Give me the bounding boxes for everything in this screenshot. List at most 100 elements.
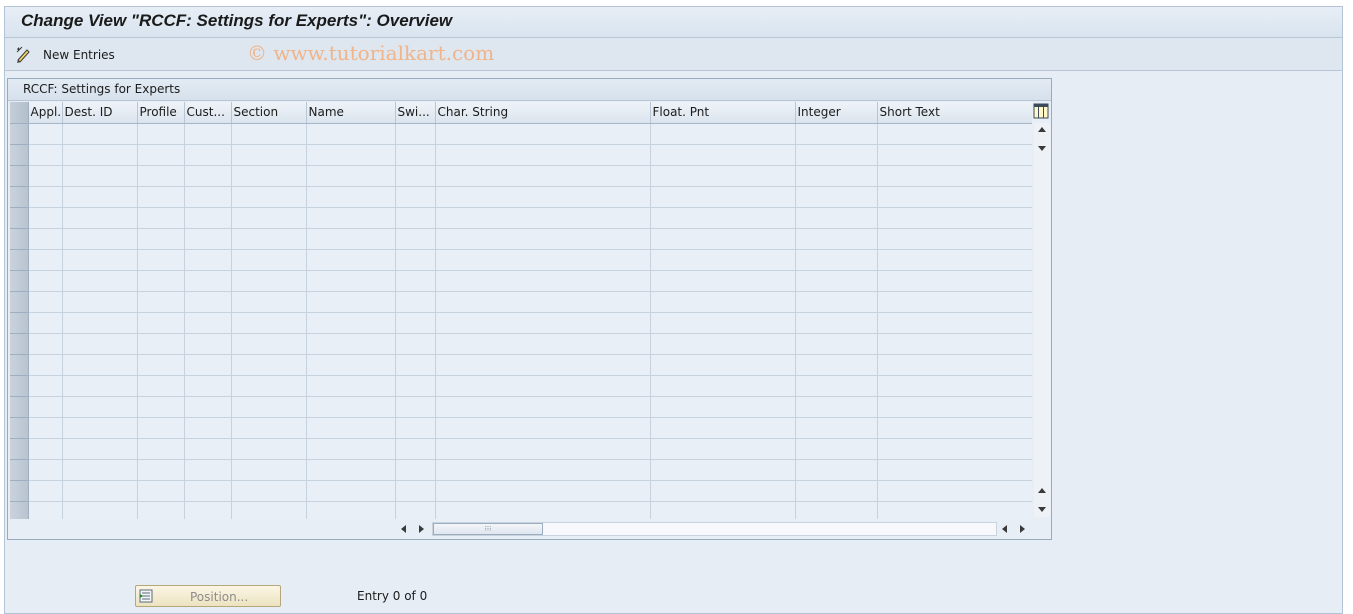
table-cell[interactable] — [877, 501, 1032, 519]
table-cell[interactable] — [28, 459, 63, 481]
table-cell[interactable] — [877, 165, 1032, 187]
table-cell[interactable] — [795, 123, 878, 145]
table-cell[interactable] — [28, 207, 63, 229]
table-cell[interactable] — [306, 480, 396, 502]
table-cell[interactable] — [877, 480, 1032, 502]
table-cell[interactable] — [877, 291, 1032, 313]
column-settings-icon[interactable] — [1033, 103, 1049, 119]
new-entries-button[interactable]: New Entries — [15, 44, 115, 65]
table-cell[interactable] — [62, 459, 138, 481]
table-cell[interactable] — [395, 459, 436, 481]
table-cell[interactable] — [877, 123, 1032, 145]
table-cell[interactable] — [184, 459, 232, 481]
table-cell[interactable] — [395, 228, 436, 250]
column-header-integer[interactable]: Integer — [795, 102, 878, 124]
table-cell[interactable] — [877, 144, 1032, 166]
table-cell[interactable] — [795, 438, 878, 460]
table-cell[interactable] — [62, 354, 138, 376]
table-cell[interactable] — [62, 291, 138, 313]
horizontal-scroll-track[interactable]: ⁝⁝⁝ — [432, 522, 997, 536]
table-cell[interactable] — [28, 186, 63, 208]
table-cell[interactable] — [435, 375, 651, 397]
scroll-right-end-icon[interactable] — [1017, 524, 1027, 534]
table-cell[interactable] — [795, 186, 878, 208]
table-cell[interactable] — [650, 501, 796, 519]
table-cell[interactable] — [395, 312, 436, 334]
table-cell[interactable] — [184, 396, 232, 418]
table-cell[interactable] — [231, 144, 307, 166]
table-cell[interactable] — [877, 207, 1032, 229]
table-cell[interactable] — [306, 459, 396, 481]
table-cell[interactable] — [435, 459, 651, 481]
table-cell[interactable] — [28, 228, 63, 250]
table-cell[interactable] — [137, 291, 185, 313]
table-cell[interactable] — [395, 249, 436, 271]
table-cell[interactable] — [395, 354, 436, 376]
table-cell[interactable] — [28, 312, 63, 334]
row-selector[interactable] — [10, 165, 29, 187]
table-cell[interactable] — [306, 207, 396, 229]
table-cell[interactable] — [231, 123, 307, 145]
table-cell[interactable] — [795, 354, 878, 376]
table-cell[interactable] — [184, 354, 232, 376]
table-cell[interactable] — [62, 396, 138, 418]
table-cell[interactable] — [184, 249, 232, 271]
table-cell[interactable] — [184, 438, 232, 460]
scroll-left-end-icon[interactable] — [1000, 524, 1010, 534]
table-cell[interactable] — [395, 480, 436, 502]
table-cell[interactable] — [877, 459, 1032, 481]
table-cell[interactable] — [435, 228, 651, 250]
table-cell[interactable] — [184, 333, 232, 355]
table-cell[interactable] — [306, 291, 396, 313]
table-cell[interactable] — [306, 165, 396, 187]
table-cell[interactable] — [395, 144, 436, 166]
horizontal-scroll-thumb[interactable]: ⁝⁝⁝ — [433, 523, 543, 535]
table-cell[interactable] — [231, 354, 307, 376]
table-cell[interactable] — [62, 165, 138, 187]
table-cell[interactable] — [137, 375, 185, 397]
table-cell[interactable] — [28, 249, 63, 271]
table-cell[interactable] — [877, 417, 1032, 439]
table-cell[interactable] — [137, 417, 185, 439]
table-cell[interactable] — [306, 396, 396, 418]
table-cell[interactable] — [137, 207, 185, 229]
column-header-name[interactable]: Name — [306, 102, 396, 124]
column-header-appl[interactable]: Appl. — [28, 102, 63, 124]
table-cell[interactable] — [435, 144, 651, 166]
table-cell[interactable] — [306, 375, 396, 397]
table-cell[interactable] — [395, 417, 436, 439]
table-cell[interactable] — [306, 186, 396, 208]
table-cell[interactable] — [184, 186, 232, 208]
column-header-swi[interactable]: Swi... — [395, 102, 436, 124]
table-cell[interactable] — [650, 249, 796, 271]
table-cell[interactable] — [137, 438, 185, 460]
table-cell[interactable] — [650, 123, 796, 145]
table-cell[interactable] — [62, 312, 138, 334]
table-cell[interactable] — [650, 144, 796, 166]
table-cell[interactable] — [795, 459, 878, 481]
table-cell[interactable] — [62, 480, 138, 502]
table-cell[interactable] — [62, 375, 138, 397]
horizontal-scrollbar[interactable]: ⁝⁝⁝ — [394, 521, 1029, 537]
table-cell[interactable] — [795, 291, 878, 313]
table-cell[interactable] — [395, 501, 436, 519]
table-cell[interactable] — [137, 501, 185, 519]
scroll-page-down-icon[interactable] — [1037, 504, 1047, 514]
row-selector[interactable] — [10, 417, 29, 439]
table-cell[interactable] — [650, 165, 796, 187]
table-cell[interactable] — [395, 123, 436, 145]
row-selector[interactable] — [10, 270, 29, 292]
table-cell[interactable] — [650, 417, 796, 439]
table-cell[interactable] — [184, 291, 232, 313]
table-cell[interactable] — [137, 333, 185, 355]
table-cell[interactable] — [877, 375, 1032, 397]
column-header-profile[interactable]: Profile — [137, 102, 185, 124]
table-cell[interactable] — [28, 270, 63, 292]
table-cell[interactable] — [435, 186, 651, 208]
table-cell[interactable] — [62, 207, 138, 229]
table-cell[interactable] — [62, 438, 138, 460]
table-cell[interactable] — [62, 186, 138, 208]
table-cell[interactable] — [306, 501, 396, 519]
table-cell[interactable] — [184, 375, 232, 397]
table-cell[interactable] — [62, 270, 138, 292]
